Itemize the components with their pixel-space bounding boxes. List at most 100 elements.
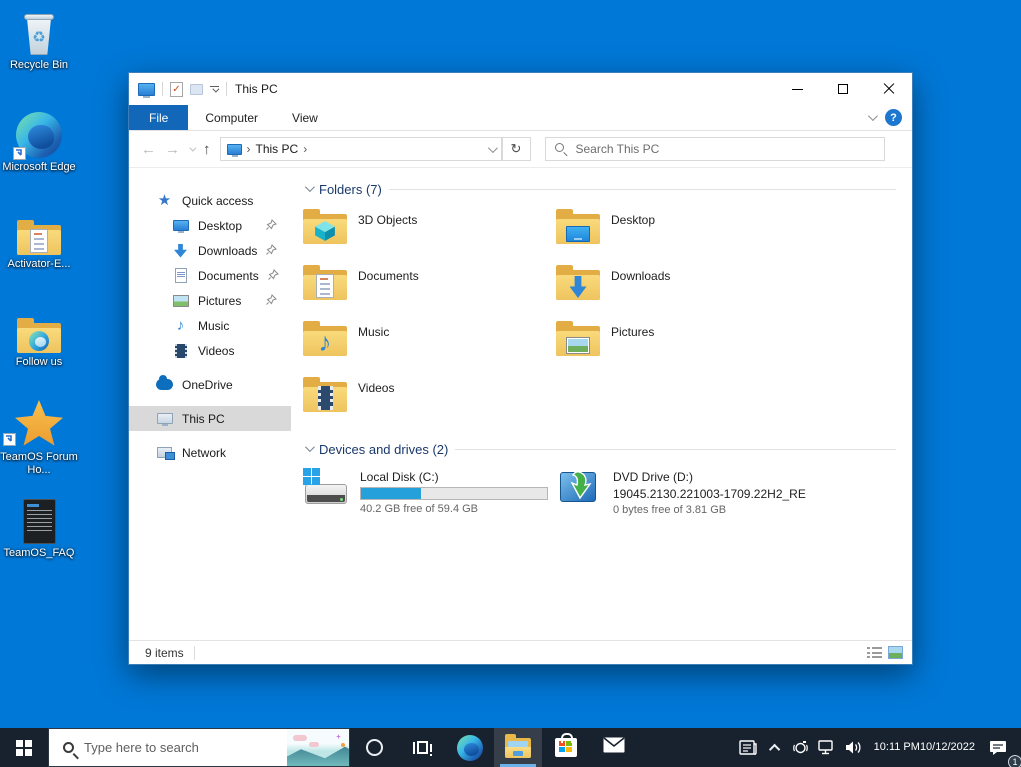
taskbar-store-button[interactable] (542, 728, 590, 767)
group-title: Folders (7) (319, 182, 382, 197)
help-button[interactable]: ? (885, 109, 902, 126)
folder-tile-3d-objects[interactable]: 3D Objects (303, 208, 556, 264)
drive-tile-local-disk[interactable]: Local Disk (C:) 40.2 GB free of 59.4 GB (303, 468, 556, 532)
search-highlight-image[interactable] (287, 729, 349, 766)
desktop-icon-microsoft-edge[interactable]: Microsoft Edge (0, 108, 78, 174)
pin-icon (266, 218, 277, 233)
desktop-icon-follow-us[interactable]: Follow us (0, 303, 78, 369)
cortana-button[interactable] (350, 728, 398, 767)
sidebar-item-label: OneDrive (182, 377, 233, 392)
refresh-button[interactable]: ↻ (501, 137, 531, 161)
taskbar-mail-button[interactable] (590, 728, 638, 767)
maximize-button[interactable] (820, 73, 866, 105)
sidebar-item-onedrive[interactable]: OneDrive (129, 372, 291, 397)
quick-access-toolbar: ✓ (138, 81, 227, 98)
close-button[interactable] (866, 73, 912, 105)
sidebar-item-videos[interactable]: Videos (129, 338, 291, 363)
file-explorer-window: ✓ This PC File Computer View ? ← → ↑ › T… (128, 72, 913, 665)
expand-ribbon-chevron-icon[interactable] (867, 111, 878, 122)
desktop-icon-teamos-forum[interactable]: TeamOS Forum Ho... (0, 398, 78, 477)
tab-view[interactable]: View (275, 105, 335, 130)
this-pc-icon (226, 143, 242, 157)
details-view-button[interactable] (867, 646, 882, 659)
folder-tile-music[interactable]: ♪ Music (303, 320, 556, 376)
group-divider (455, 449, 896, 450)
address-bar[interactable]: › This PC › (219, 137, 502, 161)
taskbar-search[interactable] (48, 728, 350, 767)
folder-tile-videos[interactable]: Videos (303, 376, 556, 432)
breadcrumb[interactable]: This PC (256, 142, 299, 156)
folder-name: Downloads (611, 269, 671, 283)
taskbar: 10:11 PM 10/12/2022 1 (0, 728, 1021, 767)
minimize-button[interactable] (774, 73, 820, 105)
sidebar-item-desktop[interactable]: Desktop (129, 213, 291, 238)
notification-icon (990, 740, 1006, 755)
sidebar-item-downloads[interactable]: Downloads (129, 238, 291, 263)
desktop-icon-teamos-faq[interactable]: TeamOS_FAQ (0, 494, 78, 560)
volume-button[interactable] (840, 728, 868, 767)
properties-icon[interactable]: ✓ (170, 81, 183, 97)
desktop-icon-activator[interactable]: Activator-E... (0, 205, 78, 271)
documents-icon (172, 268, 189, 283)
breadcrumb-separator[interactable]: › (303, 142, 307, 156)
customize-qat-chevron-icon[interactable] (210, 85, 220, 93)
search-input[interactable] (545, 138, 884, 160)
tab-computer[interactable]: Computer (188, 105, 275, 130)
tray-update-button[interactable] (788, 728, 814, 767)
taskbar-search-input[interactable] (84, 740, 287, 755)
recycle-bin-icon: ♻ (0, 6, 78, 56)
navigation-pane: ★ Quick access Desktop Downloads Documen… (129, 168, 291, 640)
recent-locations-chevron-icon[interactable] (189, 144, 197, 152)
action-center-button[interactable]: 1 (981, 728, 1021, 767)
sidebar-item-music[interactable]: ♪ Music (129, 313, 291, 338)
show-hidden-icons-button[interactable] (764, 728, 788, 767)
taskbar-file-explorer-button[interactable] (494, 728, 542, 767)
desktop-icon-label: Activator-E... (7, 258, 71, 270)
start-button[interactable] (0, 728, 48, 767)
group-header-folders[interactable]: Folders (7) (304, 181, 896, 197)
network-button[interactable] (814, 728, 840, 767)
new-folder-icon[interactable] (190, 83, 203, 95)
desktop-icon-label: Recycle Bin (9, 59, 69, 71)
desktop-icon-recycle-bin[interactable]: ♻ Recycle Bin (0, 6, 78, 72)
clock[interactable]: 10:11 PM 10/12/2022 (868, 728, 981, 767)
dark-document-icon (0, 494, 78, 544)
sidebar-item-label: Network (182, 445, 227, 460)
large-icons-view-button[interactable] (888, 646, 903, 659)
taskbar-edge-button[interactable] (446, 728, 494, 767)
drive-tile-dvd[interactable]: DVD Drive (D:) 19045.2130.221003-1709.22… (556, 468, 809, 532)
folder-tile-desktop[interactable]: Desktop (556, 208, 809, 264)
tab-file[interactable]: File (129, 105, 189, 130)
task-view-button[interactable] (398, 728, 446, 767)
onedrive-icon (156, 375, 173, 392)
sidebar-item-label: Pictures (198, 293, 242, 308)
desktop-icon (172, 218, 189, 233)
forward-button[interactable]: → (165, 141, 180, 158)
sidebar-item-documents[interactable]: Documents (129, 263, 291, 288)
sidebar-item-this-pc[interactable]: This PC (129, 406, 291, 431)
back-button[interactable]: ← (141, 141, 156, 158)
this-pc-icon (156, 411, 173, 426)
collapse-chevron-icon[interactable] (304, 181, 315, 192)
window-title: This PC (235, 82, 278, 96)
collapse-chevron-icon[interactable] (304, 441, 315, 452)
sidebar-item-network[interactable]: Network (129, 440, 291, 465)
dvd-drive-icon (556, 468, 602, 506)
sidebar-item-quick-access[interactable]: ★ Quick access (129, 188, 291, 213)
folder-tile-downloads[interactable]: Downloads (556, 264, 809, 320)
pictures-icon (172, 293, 189, 308)
folder-tile-documents[interactable]: Documents (303, 264, 556, 320)
sidebar-item-label: Quick access (182, 193, 254, 208)
address-dropdown-chevron-icon[interactable] (487, 142, 498, 153)
group-header-devices[interactable]: Devices and drives (2) (304, 441, 896, 457)
shortcut-arrow-icon (3, 433, 16, 446)
sidebar-item-pictures[interactable]: Pictures (129, 288, 291, 313)
desktop-icon-label: Follow us (15, 356, 63, 368)
folder-tile-pictures[interactable]: Pictures (556, 320, 809, 376)
microsoft-store-icon (555, 733, 577, 757)
news-interests-button[interactable] (734, 728, 764, 767)
up-button[interactable]: ↑ (203, 141, 211, 158)
breadcrumb-separator: › (246, 142, 251, 156)
desktop-icon-label: TeamOS_FAQ (3, 547, 75, 559)
search-icon (554, 143, 564, 152)
